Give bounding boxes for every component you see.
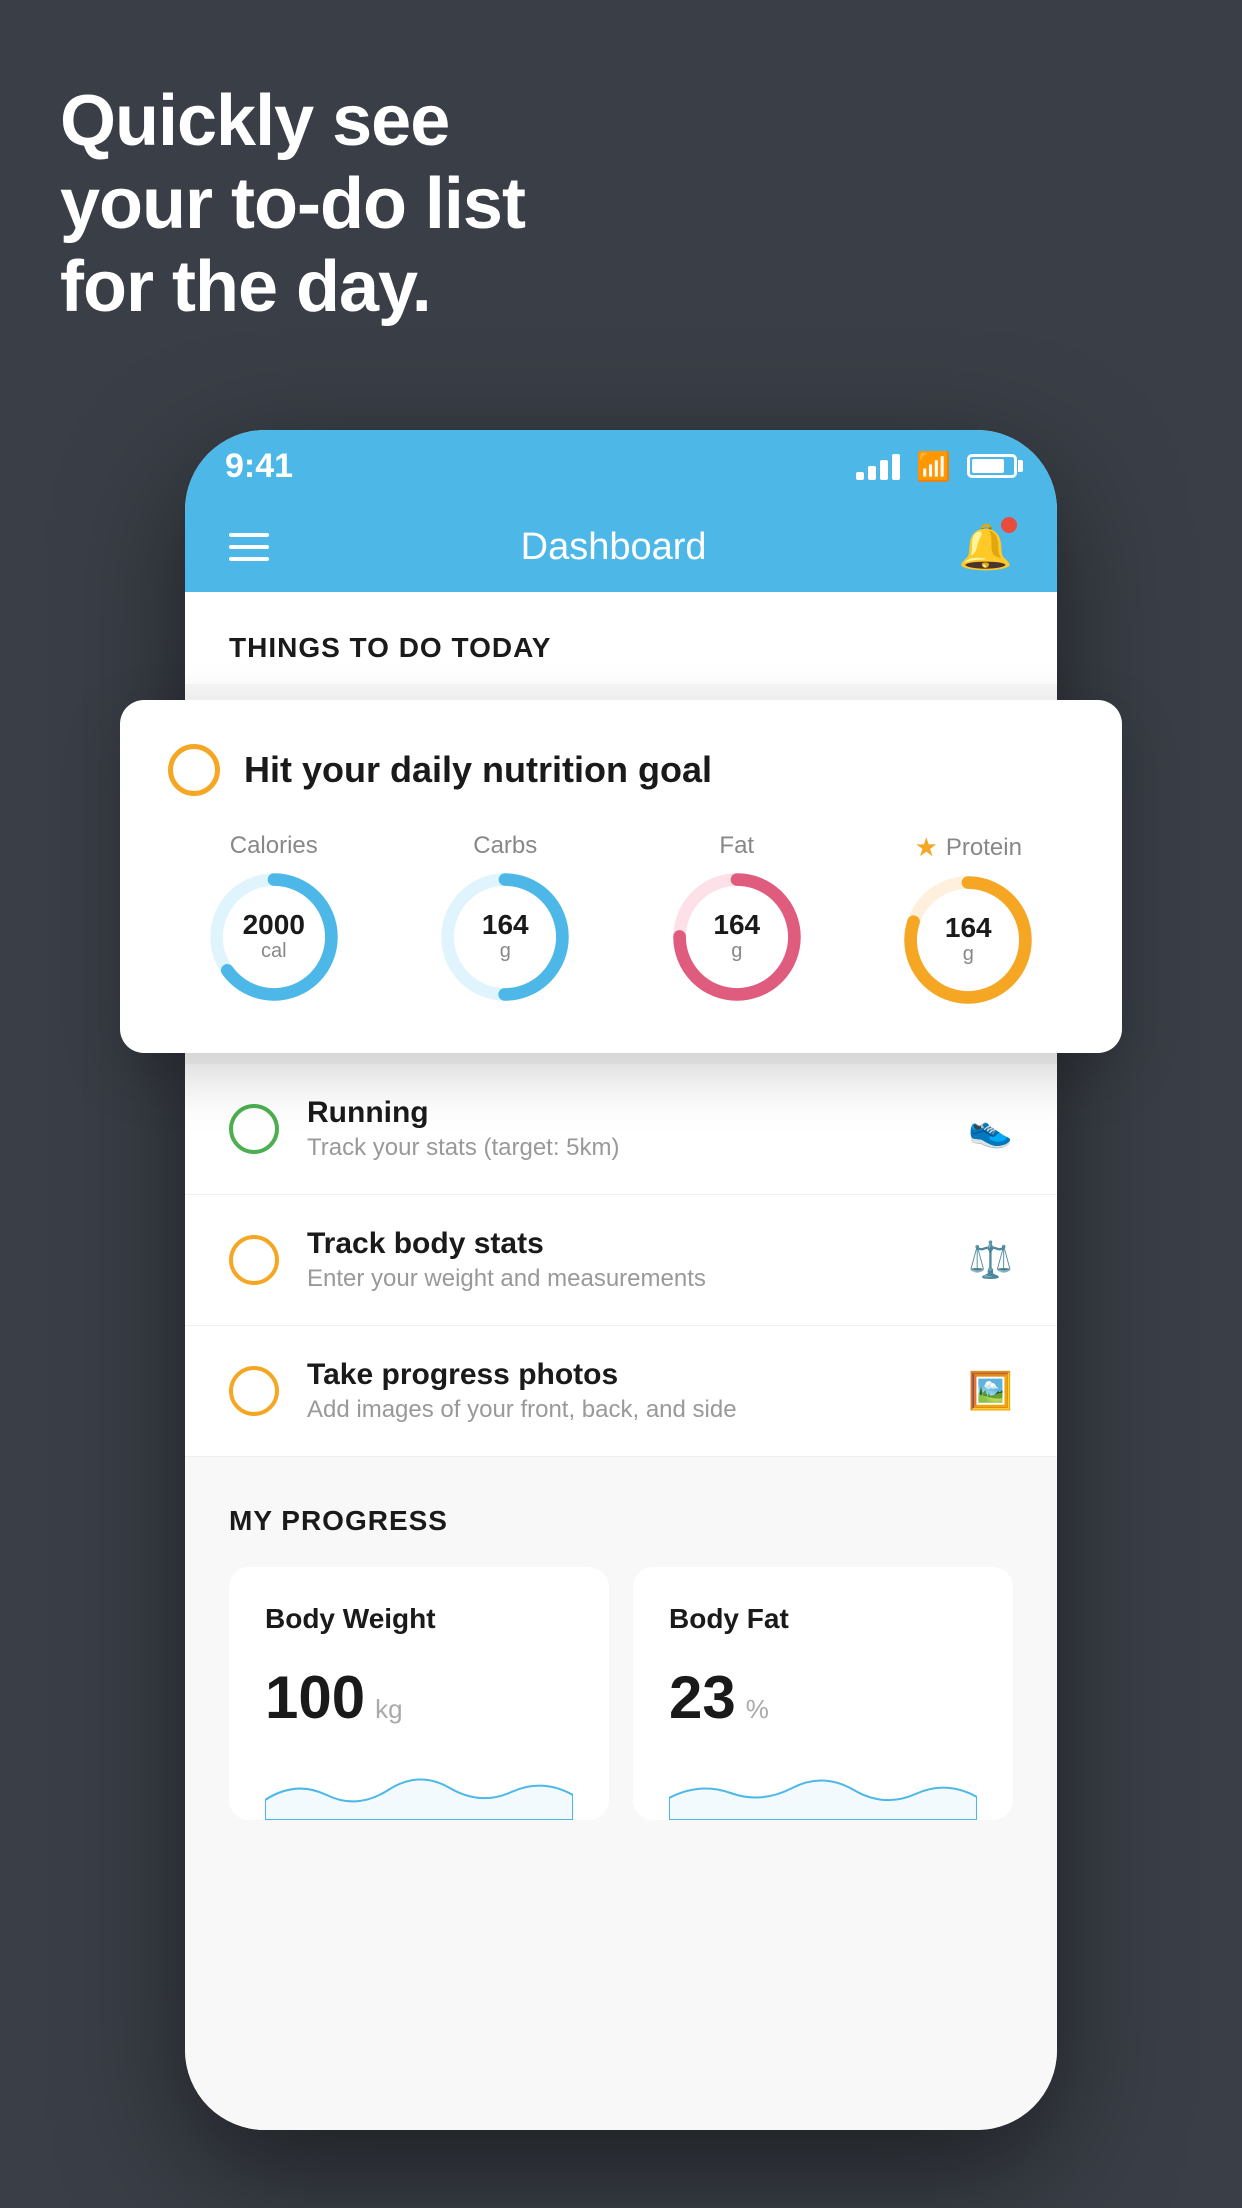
body-fat-unit: % [746, 1694, 769, 1725]
carbs-label: Carbs [473, 832, 537, 860]
todo-item-progress-photos[interactable]: Take progress photos Add images of your … [185, 1326, 1057, 1457]
calories-value: 2000 [243, 911, 305, 939]
nutrition-protein: ★ Protein 164 g [863, 832, 1075, 1005]
nutrition-circle-check [168, 744, 220, 796]
signal-icon [856, 452, 900, 480]
status-icons: 📶 [856, 450, 1017, 483]
wifi-icon: 📶 [916, 450, 951, 483]
things-to-do-section: THINGS TO DO TODAY [185, 592, 1057, 684]
calories-unit: cal [243, 939, 305, 963]
nutrition-calories: Calories 2000 cal [168, 832, 380, 1005]
todo-subtitle-running: Track your stats (target: 5km) [307, 1134, 940, 1162]
progress-cards: Body Weight 100 kg Body Fat 23 [229, 1567, 1013, 1820]
nutrition-grid: Calories 2000 cal Carbs [168, 832, 1074, 1005]
progress-heading: MY PROGRESS [229, 1505, 1013, 1537]
progress-section: MY PROGRESS Body Weight 100 kg [185, 1457, 1057, 1820]
header-title: Dashboard [521, 526, 707, 569]
body-fat-title: Body Fat [669, 1603, 977, 1635]
body-weight-value: 100 [265, 1663, 365, 1732]
fat-unit: g [713, 939, 760, 963]
shoe-icon: 👟 [968, 1108, 1013, 1150]
notification-dot [1001, 517, 1017, 533]
fat-value: 164 [713, 911, 760, 939]
calories-label: Calories [230, 832, 318, 860]
hero-line1: Quickly see [60, 80, 525, 163]
nutrition-fat: Fat 164 g [631, 832, 843, 1005]
nutrition-card: Hit your daily nutrition goal Calories 2… [120, 700, 1122, 1053]
hero-line3: for the day. [60, 246, 525, 329]
status-time: 9:41 [225, 447, 293, 486]
protein-unit: g [945, 942, 992, 966]
scale-icon: ⚖️ [968, 1239, 1013, 1281]
status-bar: 9:41 📶 [185, 430, 1057, 502]
hamburger-menu-button[interactable] [229, 533, 269, 561]
hero-line2: your to-do list [60, 163, 525, 246]
body-weight-title: Body Weight [265, 1603, 573, 1635]
body-fat-value: 23 [669, 1663, 736, 1732]
protein-value: 164 [945, 914, 992, 942]
calories-donut: 2000 cal [209, 872, 339, 1002]
carbs-value: 164 [482, 911, 529, 939]
body-weight-chart [265, 1760, 573, 1820]
fat-label: Fat [719, 832, 754, 860]
protein-label: ★ Protein [915, 832, 1022, 863]
todo-circle-body-stats [229, 1235, 279, 1285]
todo-subtitle-body-stats: Enter your weight and measurements [307, 1265, 940, 1293]
fat-donut: 164 g [672, 872, 802, 1002]
carbs-donut: 164 g [440, 872, 570, 1002]
todo-circle-progress-photos [229, 1366, 279, 1416]
hero-text: Quickly see your to-do list for the day. [60, 80, 525, 328]
todo-title-running: Running [307, 1096, 940, 1130]
todo-item-body-stats[interactable]: Track body stats Enter your weight and m… [185, 1195, 1057, 1326]
protein-donut: 164 g [903, 875, 1033, 1005]
body-fat-chart [669, 1760, 977, 1820]
nutrition-carbs: Carbs 164 g [400, 832, 612, 1005]
phone-frame: 9:41 📶 Dashboard 🔔 [185, 430, 1057, 2130]
things-to-do-heading: THINGS TO DO TODAY [185, 592, 1057, 684]
carbs-unit: g [482, 939, 529, 963]
star-icon: ★ [915, 832, 938, 863]
todo-circle-running [229, 1104, 279, 1154]
todo-subtitle-progress-photos: Add images of your front, back, and side [307, 1396, 940, 1424]
battery-icon [967, 454, 1017, 478]
todo-item-running[interactable]: Running Track your stats (target: 5km) 👟 [185, 1064, 1057, 1195]
todo-list: Running Track your stats (target: 5km) 👟… [185, 1064, 1057, 1457]
progress-card-body-weight[interactable]: Body Weight 100 kg [229, 1567, 609, 1820]
body-weight-unit: kg [375, 1694, 402, 1725]
nutrition-card-title: Hit your daily nutrition goal [244, 749, 712, 791]
todo-title-body-stats: Track body stats [307, 1227, 940, 1261]
photo-icon: 🖼️ [968, 1370, 1013, 1412]
notification-bell-button[interactable]: 🔔 [958, 521, 1013, 573]
progress-card-body-fat[interactable]: Body Fat 23 % [633, 1567, 1013, 1820]
app-header: Dashboard 🔔 [185, 502, 1057, 592]
todo-title-progress-photos: Take progress photos [307, 1358, 940, 1392]
